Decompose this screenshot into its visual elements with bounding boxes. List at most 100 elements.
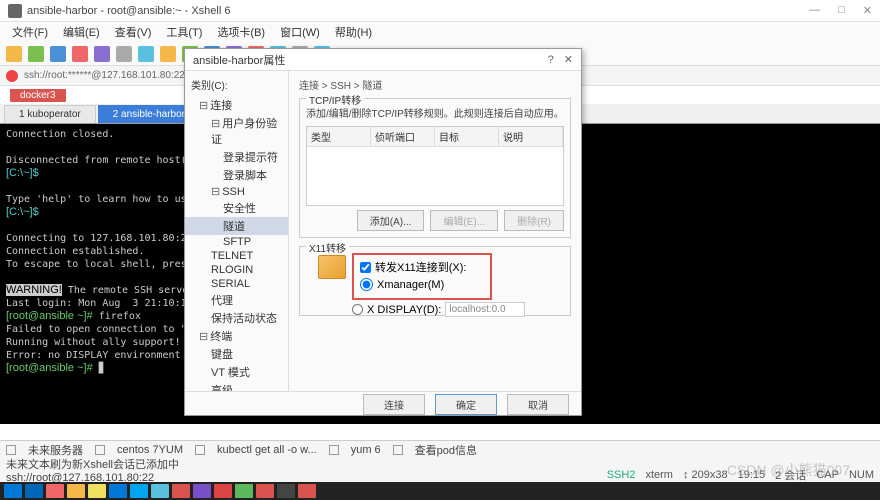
windows-taskbar[interactable] [0, 482, 880, 500]
tcpip-desc: 添加/编辑/删除TCP/IP转移规则。此规则连接后自动应用。 [306, 105, 564, 120]
dialog-close-button[interactable]: ✕ [564, 53, 573, 66]
taskbar-icon[interactable] [67, 484, 85, 498]
taskbar-icon[interactable] [46, 484, 64, 498]
x11-fieldset: X11转移 转发X11连接到(X): Xmanager(M) [299, 246, 571, 316]
taskbar-icon[interactable] [298, 484, 316, 498]
toolbar-icon[interactable] [138, 46, 154, 62]
tree-advanced-term: 高级 [185, 381, 288, 391]
tree-login-script: 登录脚本 [185, 166, 288, 184]
xdisplay-value[interactable]: localhost:0.0 [445, 302, 525, 317]
taskbar-icon[interactable] [151, 484, 169, 498]
taskbar-icon[interactable] [130, 484, 148, 498]
taskbar-icon[interactable] [235, 484, 253, 498]
add-button[interactable]: 添加(A)... [357, 210, 425, 231]
toolbar-icon[interactable] [94, 46, 110, 62]
taskbar-icon[interactable] [109, 484, 127, 498]
taskbar-icon[interactable] [4, 484, 22, 498]
connect-button[interactable]: 连接 [363, 394, 425, 415]
toolbar-icon[interactable] [50, 46, 66, 62]
taskbar-icon[interactable] [193, 484, 211, 498]
x11-icon [318, 255, 346, 279]
session-path: ssh://root:******@127.168.101.80:22 [24, 70, 185, 81]
taskbar-icon[interactable] [25, 484, 43, 498]
col-target[interactable]: 目标 [435, 127, 499, 146]
bottom-item-2[interactable]: centos 7YUM [117, 444, 183, 456]
taskbar-icon[interactable] [172, 484, 190, 498]
session-icon [6, 70, 18, 82]
checkbox-icon[interactable] [6, 445, 16, 455]
tree-proxy: 代理 [185, 291, 288, 309]
tree-serial: SERIAL [185, 277, 288, 291]
menu-tools[interactable]: 工具(T) [160, 22, 208, 42]
tree-login-prompt: 登录提示符 [185, 148, 288, 166]
col-port[interactable]: 侦听端口 [371, 127, 435, 146]
checkbox-icon[interactable] [95, 445, 105, 455]
category-tree-panel: 类别(C): ⊟连接 ⊟用户身份验证 登录提示符 登录脚本 ⊟SSH 安全性 隧… [185, 71, 289, 391]
tree-rlogin: RLOGIN [185, 263, 288, 277]
maximize-button[interactable]: □ [838, 4, 845, 17]
toolbar-icon[interactable] [6, 46, 22, 62]
dialog-content: 连接 > SSH > 隧道 TCP/IP转移 添加/编辑/删除TCP/IP转移规… [289, 71, 581, 391]
category-label: 类别(C): [185, 75, 288, 94]
tree-vtmode: VT 模式 [185, 363, 288, 381]
breadcrumb: 连接 > SSH > 隧道 [299, 77, 571, 92]
checkbox-icon[interactable] [393, 445, 403, 455]
checkbox-icon[interactable] [195, 445, 205, 455]
dialog-titlebar: ansible-harbor属性 ? ✕ [185, 49, 581, 71]
dialog-title: ansible-harbor属性 [193, 52, 548, 68]
toolbar-icon[interactable] [160, 46, 176, 62]
tree-auth: ⊟用户身份验证 [185, 114, 288, 148]
app-icon [8, 4, 22, 18]
toolbar-icon[interactable] [28, 46, 44, 62]
x11-forward-input[interactable] [360, 262, 371, 273]
bottom-item-3[interactable]: kubectl get all -o w... [217, 444, 317, 456]
tcpip-table[interactable]: 类型 侦听端口 目标 说明 [306, 126, 564, 206]
delete-button[interactable]: 删除(R) [504, 210, 564, 231]
dialog-footer: 连接 确定 取消 [185, 391, 581, 417]
bottom-item-4[interactable]: yum 6 [351, 444, 381, 456]
tree-ssh: ⊟SSH [185, 184, 288, 199]
tree-connection: ⊟连接 [185, 96, 288, 114]
tree-terminal: ⊟终端 [185, 327, 288, 345]
properties-dialog: ansible-harbor属性 ? ✕ 类别(C): ⊟连接 ⊟用户身份验证 … [184, 48, 582, 416]
ok-button[interactable]: 确定 [435, 394, 497, 415]
close-button[interactable]: ✕ [863, 4, 872, 17]
watermark: CSDN @小熊猫007 [727, 460, 850, 480]
taskbar-icon[interactable] [88, 484, 106, 498]
col-type[interactable]: 类型 [307, 127, 371, 146]
menu-view[interactable]: 查看(V) [109, 22, 158, 42]
toolbar-icon[interactable] [116, 46, 132, 62]
menu-help[interactable]: 帮助(H) [329, 22, 378, 42]
xmanager-input[interactable] [360, 278, 373, 291]
category-tree[interactable]: ⊟连接 ⊟用户身份验证 登录提示符 登录脚本 ⊟SSH 安全性 隧道 SFTP … [185, 94, 288, 391]
bottom-item-5[interactable]: 查看pod信息 [415, 442, 477, 458]
edit-button[interactable]: 编辑(E)... [430, 210, 498, 231]
tcpip-fieldset: TCP/IP转移 添加/编辑/删除TCP/IP转移规则。此规则连接后自动应用。 … [299, 98, 571, 238]
bottom-text: 未来文本刷为新Xshell会话已添加中 [6, 456, 179, 472]
cancel-button[interactable]: 取消 [507, 394, 569, 415]
xdisplay-radio[interactable]: X DISPLAY(D): localhost:0.0 [352, 302, 564, 317]
taskbar-icon[interactable] [214, 484, 232, 498]
xdisplay-input[interactable] [352, 304, 363, 315]
xmanager-radio[interactable]: Xmanager(M) [360, 278, 484, 291]
menu-file[interactable]: 文件(F) [6, 22, 54, 42]
tree-sftp: SFTP [185, 235, 288, 249]
tree-telnet: TELNET [185, 249, 288, 263]
status-term: xterm [645, 469, 673, 481]
menu-tabs[interactable]: 选项卡(B) [211, 22, 271, 42]
status-num: NUM [849, 469, 874, 481]
tree-keyboard: 键盘 [185, 345, 288, 363]
taskbar-icon[interactable] [277, 484, 295, 498]
menu-window[interactable]: 窗口(W) [274, 22, 326, 42]
checkbox-icon[interactable] [329, 445, 339, 455]
status-ssh: SSH2 [607, 469, 636, 481]
minimize-button[interactable]: — [809, 4, 820, 17]
tab-kuboperator[interactable]: 1 kuboperator [4, 105, 96, 123]
taskbar-icon[interactable] [256, 484, 274, 498]
x11-forward-checkbox[interactable]: 转发X11连接到(X): [360, 259, 484, 275]
toolbar-icon[interactable] [72, 46, 88, 62]
docker-tab[interactable]: docker3 [10, 89, 66, 102]
col-desc[interactable]: 说明 [499, 127, 563, 146]
menu-edit[interactable]: 编辑(E) [57, 22, 106, 42]
dialog-help-button[interactable]: ? [548, 54, 554, 66]
